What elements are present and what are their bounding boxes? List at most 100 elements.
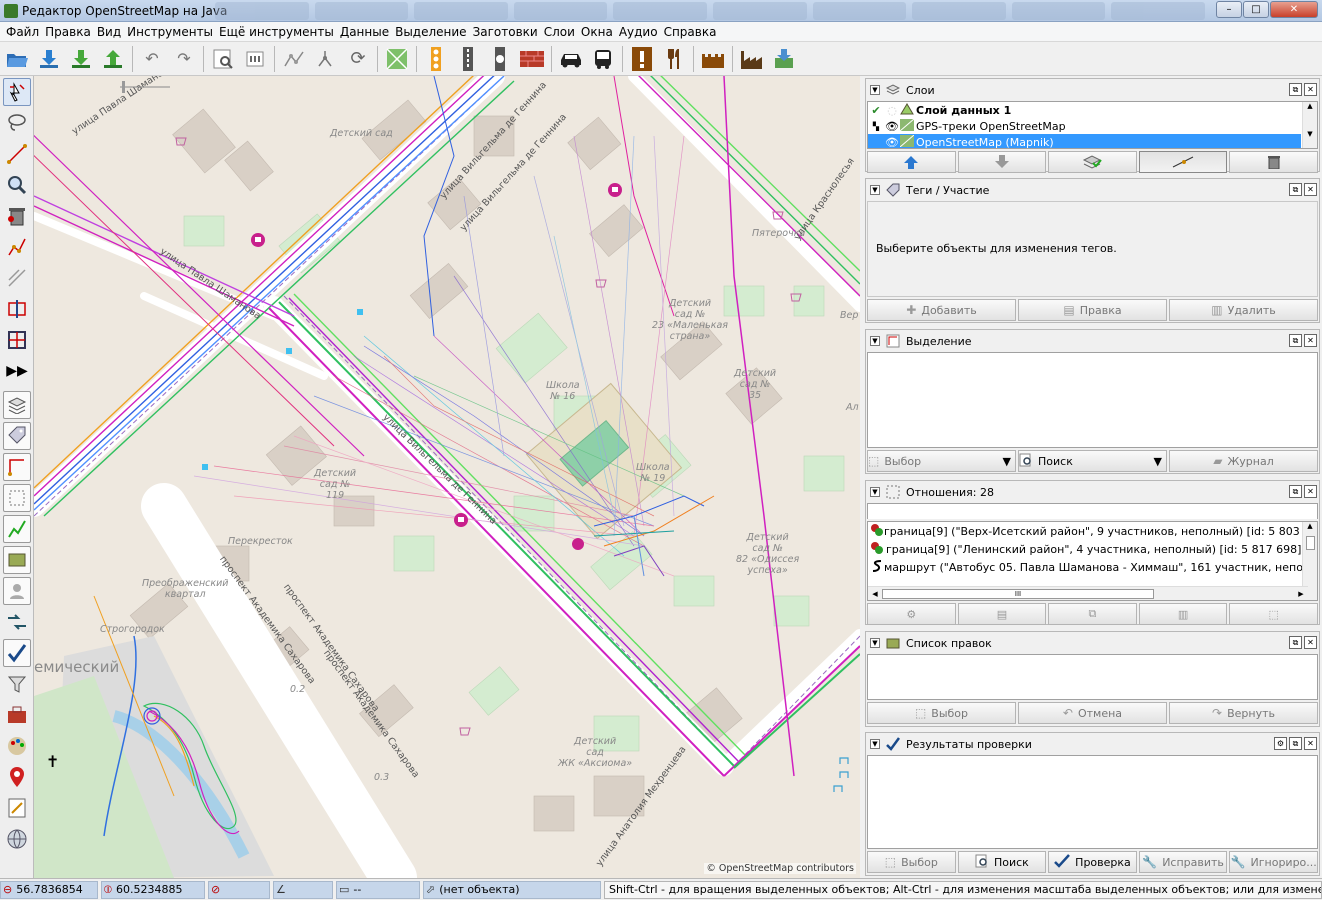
- close-panel-icon[interactable]: ✕: [1304, 636, 1317, 649]
- more-icon[interactable]: ▶▶: [3, 357, 31, 385]
- list-item[interactable]: граница[9] ("Верх-Исетский район", 9 уча…: [868, 522, 1317, 540]
- menu-layers[interactable]: Слои: [542, 22, 579, 41]
- relations-filter-input[interactable]: [867, 503, 1318, 519]
- menu-help[interactable]: Справка: [662, 22, 721, 41]
- search-button[interactable]: Поиск ▼: [1018, 450, 1167, 472]
- filter-icon[interactable]: [3, 670, 31, 698]
- close-panel-icon[interactable]: ✕: [1304, 334, 1317, 347]
- close-panel-icon[interactable]: ✕: [1304, 737, 1317, 750]
- duplicate-relation-button[interactable]: ⧉: [1048, 603, 1137, 625]
- close-button[interactable]: ✕: [1270, 1, 1318, 18]
- layers-scrollbar[interactable]: ▲ ▼: [1302, 102, 1317, 148]
- search-area-icon[interactable]: [210, 46, 236, 72]
- open-icon[interactable]: [4, 46, 30, 72]
- scroll-thumb[interactable]: III: [882, 588, 1154, 599]
- dropdown-icon[interactable]: ▼: [1154, 455, 1162, 468]
- menu-selection[interactable]: Выделение: [393, 22, 470, 41]
- collapse-icon[interactable]: ▼: [870, 739, 880, 749]
- refresh-icon[interactable]: ⟳: [345, 46, 371, 72]
- hazard-icon[interactable]: [629, 46, 655, 72]
- changesets-panel-icon[interactable]: [3, 546, 31, 574]
- redo-changeset-button[interactable]: ↷ Вернуть: [1169, 702, 1318, 724]
- merge-layer-button[interactable]: [1048, 151, 1137, 173]
- collapse-icon[interactable]: ▼: [870, 638, 880, 648]
- download-along-icon[interactable]: [68, 46, 94, 72]
- car-icon[interactable]: [558, 46, 584, 72]
- dock-icon[interactable]: ⧉: [1289, 83, 1302, 96]
- close-panel-icon[interactable]: ✕: [1304, 183, 1317, 196]
- move-up-button[interactable]: [867, 151, 956, 173]
- maximize-button[interactable]: □: [1243, 1, 1269, 18]
- menu-edit[interactable]: Правка: [43, 22, 95, 41]
- extrude-icon[interactable]: [3, 295, 31, 323]
- menu-presets[interactable]: Заготовки: [471, 22, 542, 41]
- preferences-icon[interactable]: [242, 46, 268, 72]
- traffic-signals-icon[interactable]: [423, 46, 449, 72]
- delete-tag-button[interactable]: ▥ Удалить: [1169, 299, 1318, 321]
- close-panel-icon[interactable]: ✕: [1304, 485, 1317, 498]
- history-panel-icon[interactable]: [3, 515, 31, 543]
- select-issue-button[interactable]: ⬚ Выбор: [867, 851, 956, 873]
- menu-view[interactable]: Вид: [95, 22, 125, 41]
- relations-hscrollbar[interactable]: ◀ III ▶: [868, 586, 1308, 600]
- parallel-icon[interactable]: [3, 264, 31, 292]
- layer-row-mapnik[interactable]: 👁 OpenStreetMap (Mapnik): [868, 134, 1301, 148]
- layers-icon[interactable]: [384, 46, 410, 72]
- restaurant-icon[interactable]: [661, 46, 687, 72]
- select-icon[interactable]: [3, 78, 31, 106]
- castle-icon[interactable]: [700, 46, 726, 72]
- menu-data[interactable]: Данные: [338, 22, 393, 41]
- zoom-icon[interactable]: [3, 171, 31, 199]
- menu-tools[interactable]: Инструменты: [125, 22, 217, 41]
- download-icon[interactable]: [36, 46, 62, 72]
- delete-relation-button[interactable]: ▥: [1138, 603, 1228, 625]
- notes-icon[interactable]: [3, 794, 31, 822]
- dock-icon[interactable]: ⧉: [1289, 737, 1302, 750]
- collapse-icon[interactable]: ▼: [870, 185, 880, 195]
- authors-panel-icon[interactable]: [3, 577, 31, 605]
- lookup-issue-button[interactable]: Поиск: [957, 851, 1047, 873]
- undo-icon[interactable]: ↶: [139, 46, 165, 72]
- redo-icon[interactable]: ↷: [171, 46, 197, 72]
- select-changeset-button[interactable]: ⬚ Выбор: [867, 702, 1016, 724]
- crossing-icon[interactable]: [455, 46, 481, 72]
- close-panel-icon[interactable]: ✕: [1304, 83, 1317, 96]
- select-members-button[interactable]: ⬚: [1229, 603, 1318, 625]
- palette-icon[interactable]: [3, 732, 31, 760]
- map-zoom-slider[interactable]: [120, 80, 170, 94]
- fix-button[interactable]: 🔧 Исправить: [1138, 851, 1228, 873]
- minimize-button[interactable]: –: [1216, 1, 1242, 18]
- split-icon[interactable]: [313, 46, 339, 72]
- toolbox-icon[interactable]: [3, 701, 31, 729]
- draw-icon[interactable]: [3, 140, 31, 168]
- visibility-icon[interactable]: 👁: [884, 120, 900, 133]
- selection-panel-icon[interactable]: [3, 453, 31, 481]
- relations-panel-icon[interactable]: [3, 484, 31, 512]
- list-item[interactable]: маршрут ("Автобус 05. Павла Шаманова - Х…: [868, 558, 1317, 576]
- map-attribution[interactable]: © OpenStreetMap contributors: [704, 863, 856, 874]
- history-button[interactable]: ▰ Журнал: [1169, 450, 1318, 472]
- location-marker-icon[interactable]: [3, 763, 31, 791]
- add-tag-button[interactable]: ✚ Добавить: [867, 299, 1016, 321]
- dock-icon[interactable]: ⧉: [1289, 183, 1302, 196]
- menu-windows[interactable]: Окна: [579, 22, 617, 41]
- dock-icon[interactable]: ⧉: [1289, 636, 1302, 649]
- collapse-icon[interactable]: ▼: [870, 336, 880, 346]
- map-view[interactable]: Детский сад Пятерочка Детский сад № 23 «…: [34, 76, 860, 878]
- lasso-icon[interactable]: [3, 109, 31, 137]
- dock-icon[interactable]: ⧉: [1289, 334, 1302, 347]
- settings-icon[interactable]: ⚙: [1274, 737, 1287, 750]
- improve-way-icon[interactable]: [3, 233, 31, 261]
- validate-button[interactable]: Проверка: [1048, 851, 1137, 873]
- edit-relation-button[interactable]: ▤: [957, 603, 1047, 625]
- delete-layer-button[interactable]: [1229, 151, 1318, 173]
- wireframe-icon[interactable]: [281, 46, 307, 72]
- collapse-icon[interactable]: ▼: [870, 487, 880, 497]
- list-item[interactable]: граница[9] ("Ленинский район", 4 участни…: [868, 540, 1317, 558]
- layer-toggle-icon[interactable]: [3, 391, 31, 419]
- bus-icon[interactable]: [590, 46, 616, 72]
- download-data-icon[interactable]: [771, 46, 797, 72]
- globe-icon[interactable]: [3, 825, 31, 853]
- menu-more-tools[interactable]: Ещё инструменты: [217, 22, 338, 41]
- undo-changeset-button[interactable]: ↶ Отмена: [1018, 702, 1167, 724]
